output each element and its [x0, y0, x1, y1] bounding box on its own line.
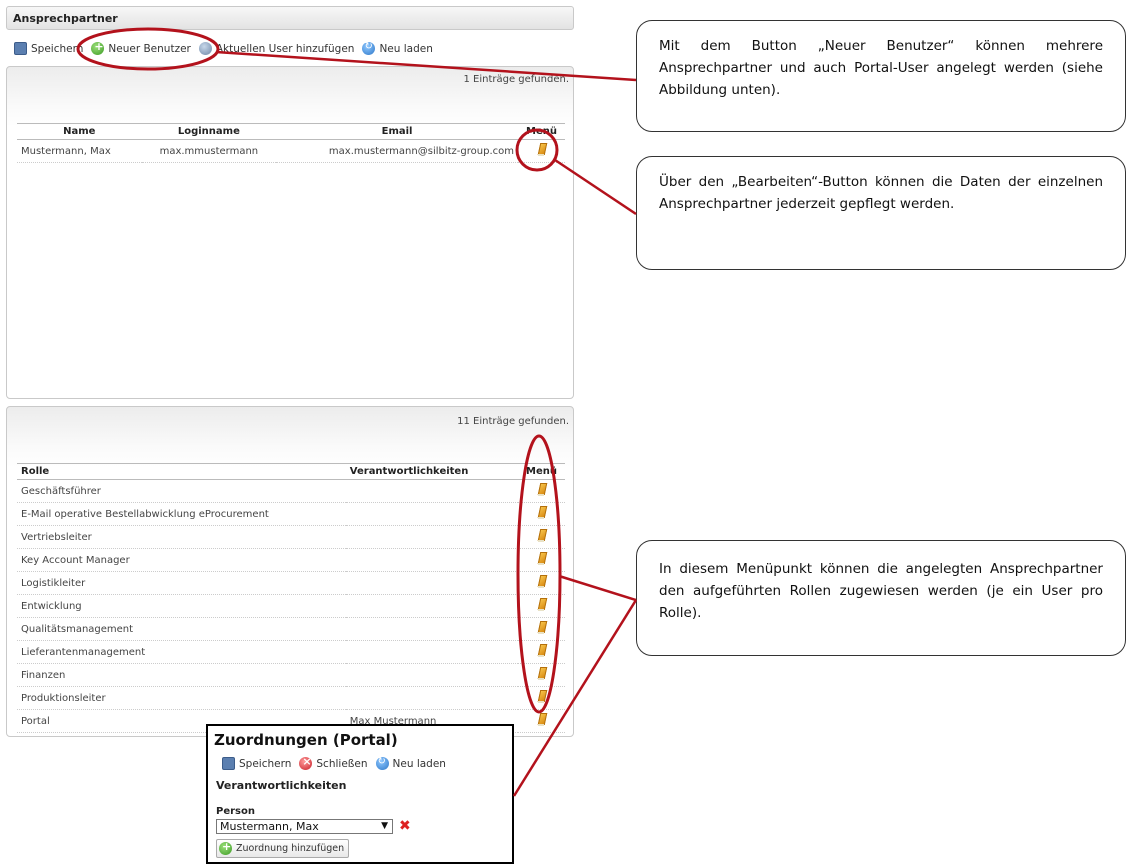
connector-new-user: [215, 50, 637, 82]
highlight-new-user-ellipse: [76, 27, 220, 71]
connector-roles: [558, 574, 637, 602]
connector-edit: [554, 158, 637, 216]
highlight-edit-ellipse: [515, 128, 559, 172]
connector-dialog: [512, 599, 638, 797]
highlight-roles-ellipse: [516, 434, 562, 714]
annotation-overlay: [76, 27, 638, 797]
